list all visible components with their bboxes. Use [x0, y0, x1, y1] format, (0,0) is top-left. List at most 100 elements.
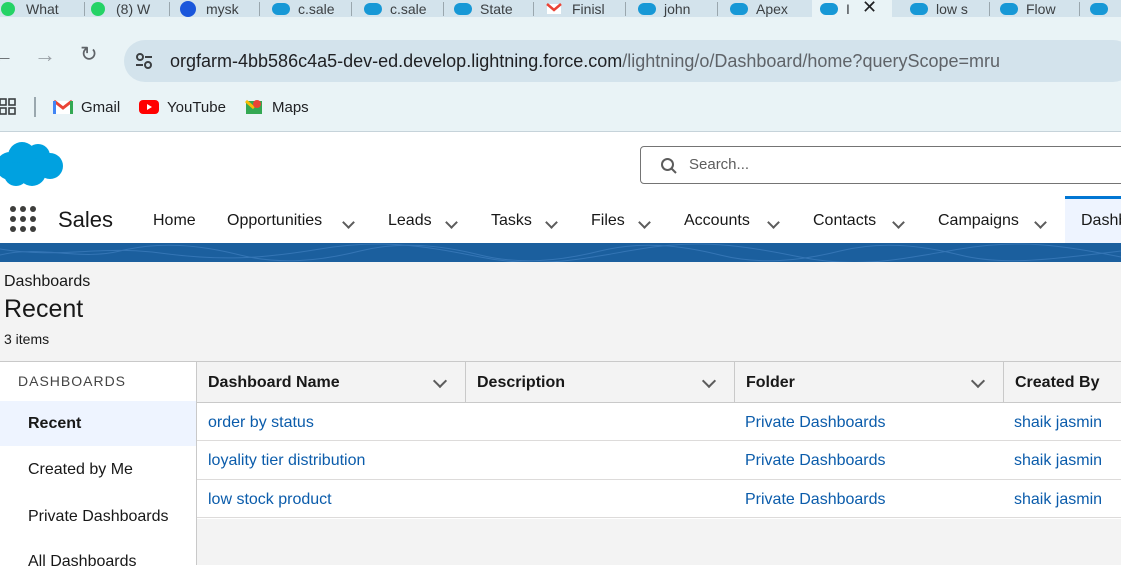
tab-label: I [846, 0, 850, 17]
nav-item-opportunities[interactable]: Opportunities [227, 212, 322, 230]
browser-tab-active[interactable]: I ✕ [812, 0, 892, 17]
url-host: orgfarm-4bb586c4a5-dev-ed.develop.lightn… [170, 51, 623, 71]
tab-label: Finisl [572, 0, 605, 17]
reload-icon[interactable]: ↻ [80, 44, 98, 66]
folder-link[interactable]: Private Dashboards [745, 452, 886, 470]
nav-item-accounts[interactable]: Accounts [684, 212, 750, 230]
bookmark-gmail[interactable]: Gmail [53, 97, 120, 117]
sidebar-heading: DASHBOARDS [18, 373, 127, 389]
salesforce-logo[interactable] [0, 140, 64, 188]
whatsapp-icon [0, 1, 16, 17]
chevron-down-icon[interactable] [970, 373, 986, 389]
folder-link[interactable]: Private Dashboards [745, 414, 886, 432]
dashboard-name-link[interactable]: low stock product [208, 491, 332, 509]
browser-tab[interactable]: john [638, 0, 718, 17]
tab-label: What [26, 0, 59, 17]
url-text[interactable]: orgfarm-4bb586c4a5-dev-ed.develop.lightn… [170, 51, 1000, 72]
bookmark-maps[interactable]: Maps [245, 97, 309, 117]
sidebar-item-all-dashboards[interactable]: All Dashboards [28, 553, 137, 571]
dashboard-name-link[interactable]: loyality tier distribution [208, 452, 365, 470]
chevron-down-icon[interactable] [545, 214, 559, 229]
site-settings-icon[interactable] [134, 51, 154, 71]
nav-item-contacts[interactable]: Contacts [813, 212, 876, 230]
table-row [197, 403, 1121, 441]
created-by-link[interactable]: shaik jasmin [1014, 452, 1102, 470]
browser-tab[interactable]: Flow [1000, 0, 1080, 17]
column-header-folder[interactable]: Folder [735, 361, 1004, 403]
nav-item-leads[interactable]: Leads [388, 212, 432, 230]
browser-tab[interactable] [1090, 0, 1121, 17]
sidebar-item-private-dashboards[interactable]: Private Dashboards [28, 508, 169, 526]
salesforce-icon [638, 1, 656, 17]
column-label: Created By [1015, 374, 1100, 391]
table-empty-area [197, 519, 1121, 565]
breadcrumb[interactable]: Dashboards [4, 273, 90, 291]
bookmark-label: YouTube [167, 98, 226, 116]
tab-label: Flow [1026, 0, 1056, 17]
url-path: /lightning/o/Dashboard/home?queryScope=m… [622, 51, 1001, 71]
apps-grid-icon[interactable] [0, 98, 16, 116]
folder-link[interactable]: Private Dashboards [745, 491, 886, 509]
chevron-down-icon[interactable] [432, 373, 448, 389]
browser-tab[interactable]: mysk [180, 0, 260, 17]
back-icon[interactable]: ← [0, 44, 14, 66]
gmail-icon [53, 99, 73, 115]
salesforce-icon [272, 1, 290, 17]
bookmark-divider [34, 97, 36, 117]
banner-pattern [0, 243, 1121, 262]
created-by-link[interactable]: shaik jasmin [1014, 491, 1102, 509]
browser-tab[interactable]: c.sale [272, 0, 352, 17]
chevron-down-icon[interactable] [638, 214, 652, 229]
search-icon [660, 157, 678, 175]
browser-tab[interactable]: (8) W [90, 0, 170, 17]
nav-item-home[interactable]: Home [153, 212, 196, 230]
whatsapp-icon [90, 1, 106, 17]
app-launcher-icon[interactable] [10, 206, 36, 232]
tab-label: c.sale [390, 0, 427, 17]
salesforce-icon [910, 1, 928, 17]
chevron-down-icon[interactable] [892, 214, 906, 229]
tab-label: State [480, 0, 513, 17]
sidebar-item-recent[interactable]: Recent [28, 415, 81, 433]
bookmark-label: Maps [272, 98, 309, 116]
column-header-dashboard-name[interactable]: Dashboard Name [197, 361, 466, 403]
item-count: 3 items [4, 331, 50, 347]
column-header-created-by[interactable]: Created By [1004, 361, 1121, 403]
tab-label: (8) W [116, 0, 151, 17]
nav-item-tasks[interactable]: Tasks [491, 212, 532, 230]
chevron-down-icon[interactable] [342, 214, 356, 229]
close-icon[interactable]: ✕ [862, 0, 877, 17]
salesforce-icon [730, 1, 748, 17]
browser-tab[interactable]: Apex [730, 0, 810, 17]
created-by-link[interactable]: shaik jasmin [1014, 414, 1102, 432]
browser-tab[interactable]: c.sale [364, 0, 444, 17]
tab-label: john [664, 0, 691, 17]
browser-tab[interactable]: low s [910, 0, 990, 17]
nav-item-campaigns[interactable]: Campaigns [938, 212, 1019, 230]
column-label: Description [477, 374, 566, 391]
header-banner [0, 243, 1121, 262]
browser-tab[interactable]: What [0, 0, 85, 17]
chevron-down-icon[interactable] [767, 214, 781, 229]
tab-label: low s [936, 0, 968, 17]
nav-item-files[interactable]: Files [591, 212, 625, 230]
bookmark-youtube[interactable]: YouTube [139, 97, 226, 117]
chevron-down-icon[interactable] [445, 214, 459, 229]
dashboard-name-link[interactable]: order by status [208, 414, 314, 432]
browser-tab[interactable]: Finisl [546, 0, 626, 17]
nav-item-dashboards[interactable]: Dashb [1081, 212, 1121, 230]
tab-label: Apex [756, 0, 788, 17]
column-label: Dashboard Name [208, 374, 340, 391]
forward-icon[interactable]: → [34, 44, 56, 66]
browser-tab-strip: What (8) W mysk c.sale c.sale State Fini… [0, 0, 1121, 17]
chevron-down-icon[interactable] [701, 373, 717, 389]
salesforce-icon [1090, 1, 1108, 17]
tab-label: mysk [206, 0, 239, 17]
browser-tab[interactable]: State [454, 0, 534, 17]
chevron-down-icon[interactable] [1034, 214, 1048, 229]
column-label: Folder [746, 374, 795, 391]
column-header-description[interactable]: Description [466, 361, 735, 403]
gmail-icon [546, 1, 562, 17]
sidebar-item-created-by-me[interactable]: Created by Me [28, 461, 133, 479]
youtube-icon [139, 100, 159, 114]
